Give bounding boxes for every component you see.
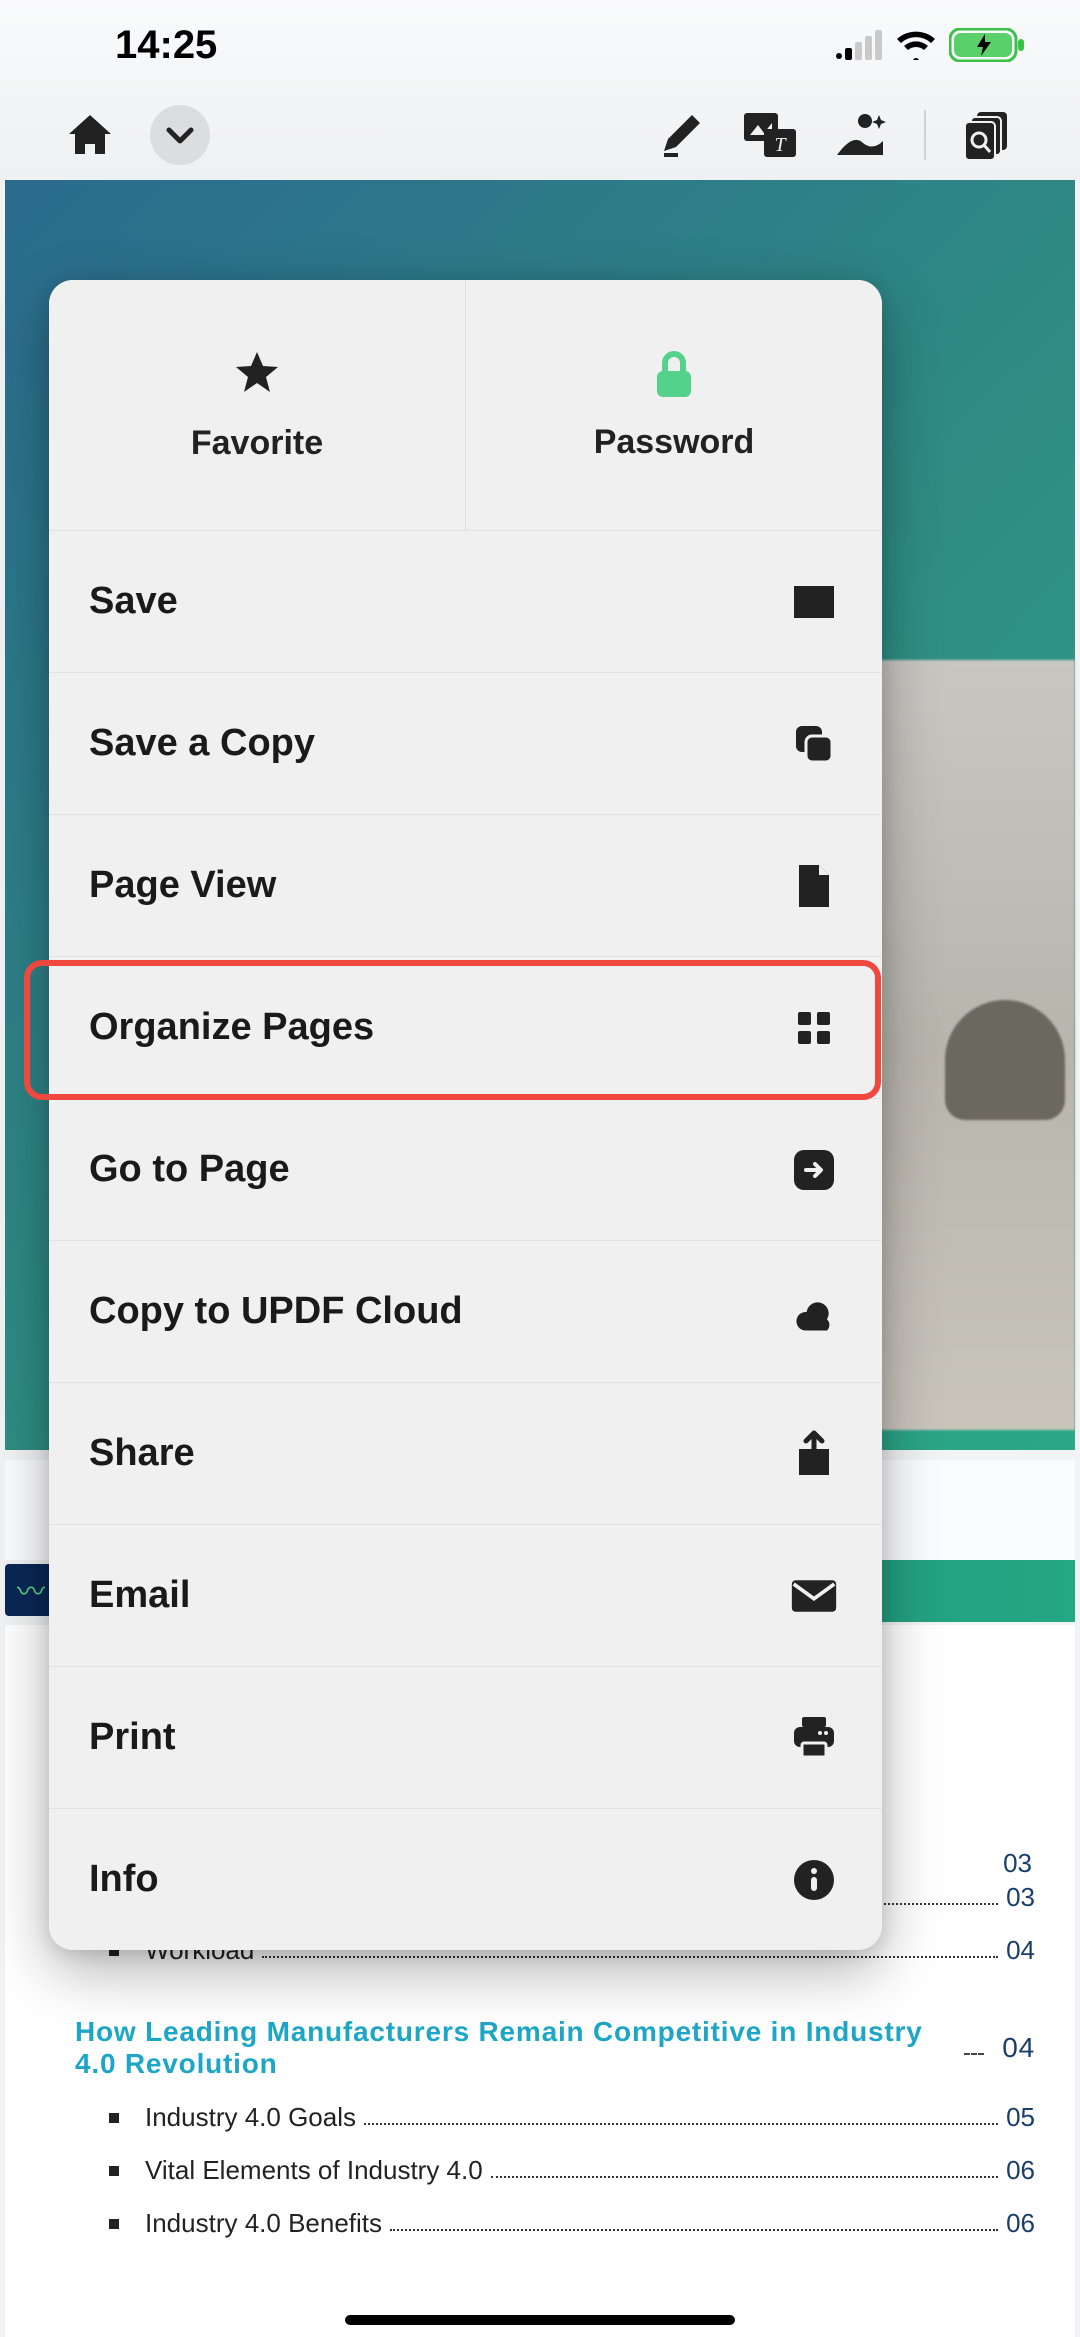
grid-icon <box>790 1004 838 1052</box>
toc-label: Industry 4.0 Benefits <box>145 2208 382 2239</box>
chevron-down-icon <box>163 118 197 152</box>
menu-label: Page View <box>89 864 276 907</box>
cloud-icon <box>790 1288 838 1336</box>
home-button[interactable] <box>60 105 120 165</box>
image-effects-button[interactable] <box>830 105 890 165</box>
menu-label: Go to Page <box>89 1148 290 1191</box>
toc-heading-label: How Leading Manufacturers Remain Competi… <box>75 2016 952 2080</box>
status-time: 14:25 <box>115 23 217 68</box>
share-up-icon <box>790 1430 838 1478</box>
toc-label: Vital Elements of Industry 4.0 <box>145 2155 483 2186</box>
toc-item[interactable]: Industry 4.0 Goals 05 <box>75 2102 1035 2133</box>
toc-page-number: 06 <box>1006 2208 1035 2239</box>
info-icon <box>790 1856 838 1904</box>
inbox-icon <box>790 578 838 626</box>
battery-charging-icon <box>949 28 1025 62</box>
page-icon <box>790 862 838 910</box>
menu-label: Print <box>89 1716 176 1759</box>
toc-page-number: 04 <box>1002 2032 1035 2064</box>
star-icon <box>231 348 283 400</box>
menu-label: Save <box>89 580 178 623</box>
favorite-label: Favorite <box>191 424 323 463</box>
menu-label: Copy to UPDF Cloud <box>89 1290 463 1333</box>
home-indicator <box>345 2315 735 2325</box>
toc-item[interactable]: Vital Elements of Industry 4.0 06 <box>75 2155 1035 2186</box>
lock-icon <box>651 349 697 399</box>
toc-heading[interactable]: How Leading Manufacturers Remain Competi… <box>75 2016 1035 2080</box>
dropdown-toggle[interactable] <box>150 105 210 165</box>
bullet-icon <box>109 2113 119 2123</box>
mail-icon <box>790 1572 838 1620</box>
menu-item-share[interactable]: Share <box>49 1382 882 1524</box>
toc-page-number: 04 <box>1006 1935 1035 1966</box>
bullet-icon <box>109 2219 119 2229</box>
status-indicators <box>835 28 1025 62</box>
image-sparkle-icon <box>833 111 887 159</box>
password-tab[interactable]: Password <box>466 280 882 530</box>
toc-label: Industry 4.0 Goals <box>145 2102 356 2133</box>
menu-item-email[interactable]: Email <box>49 1524 882 1666</box>
wifi-icon <box>895 30 937 60</box>
document-photo <box>875 660 1075 1430</box>
toc-page-number: 06 <box>1006 2155 1035 2186</box>
pages-search-icon <box>963 110 1017 160</box>
bullet-icon <box>109 2166 119 2176</box>
copy-icon <box>790 720 838 768</box>
favorite-tab[interactable]: Favorite <box>49 280 465 530</box>
svg-text:T: T <box>774 134 787 156</box>
menu-label: Share <box>89 1432 195 1475</box>
dropdown-tabs: Favorite Password <box>49 280 882 530</box>
toc-item[interactable]: Industry 4.0 Benefits 06 <box>75 2208 1035 2239</box>
menu-label: Info <box>89 1858 159 1901</box>
cellular-icon <box>835 30 883 60</box>
dropdown-menu: Favorite Password Save Save a Copy Page … <box>49 280 882 1950</box>
toc-page-number: 03 <box>1006 1882 1035 1913</box>
highlighter-button[interactable] <box>650 105 710 165</box>
menu-label: Save a Copy <box>89 722 315 765</box>
menu-item-print[interactable]: Print <box>49 1666 882 1808</box>
menu-item-organize-pages[interactable]: Organize Pages <box>49 956 882 1098</box>
arrow-box-icon <box>790 1146 838 1194</box>
toc-page-number: 05 <box>1006 2102 1035 2133</box>
menu-item-info[interactable]: Info <box>49 1808 882 1950</box>
image-text-icon: T <box>742 111 798 159</box>
password-label: Password <box>594 423 755 462</box>
toolbar: T <box>0 90 1080 180</box>
menu-label: Email <box>89 1574 190 1617</box>
menu-item-save[interactable]: Save <box>49 530 882 672</box>
image-text-button[interactable]: T <box>740 105 800 165</box>
menu-item-go-to-page[interactable]: Go to Page <box>49 1098 882 1240</box>
status-bar: 14:25 <box>0 0 1080 90</box>
printer-icon <box>790 1714 838 1762</box>
home-icon <box>65 110 115 160</box>
menu-label: Organize Pages <box>89 1006 374 1049</box>
highlighter-icon <box>654 109 706 161</box>
toolbar-separator <box>924 110 926 160</box>
menu-item-save-copy[interactable]: Save a Copy <box>49 672 882 814</box>
menu-item-copy-cloud[interactable]: Copy to UPDF Cloud <box>49 1240 882 1382</box>
menu-item-page-view[interactable]: Page View <box>49 814 882 956</box>
thumbnails-search-button[interactable] <box>960 105 1020 165</box>
